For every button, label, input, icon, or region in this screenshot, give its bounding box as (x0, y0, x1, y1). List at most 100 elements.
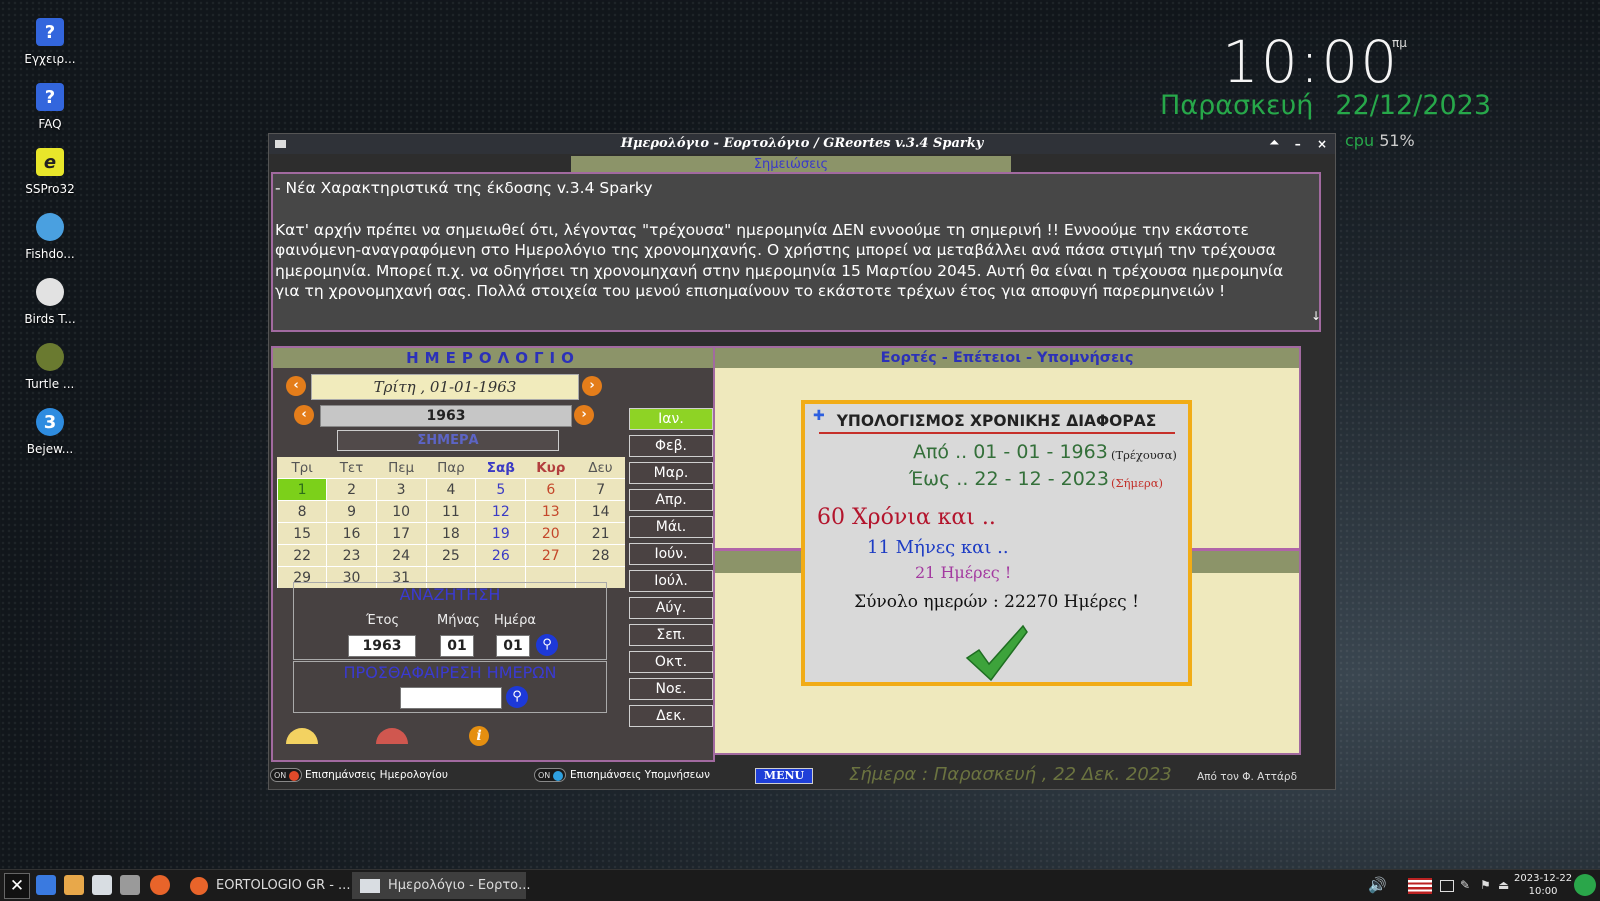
keyboard-layout-icon[interactable] (1408, 878, 1432, 894)
scroll-down-icon[interactable]: ↓ (1311, 306, 1321, 327)
next-day-button[interactable]: › (582, 376, 602, 396)
search-icon[interactable]: ⚲ (506, 686, 528, 708)
search-icon[interactable]: ⚲ (536, 634, 558, 656)
notes-panel[interactable]: - Νέα Χαρακτηριστικά της έκδοσης v.3.4 S… (271, 172, 1321, 332)
month-button-aug[interactable]: Αύγ. (629, 597, 713, 619)
calendar-day[interactable]: 5 (475, 478, 526, 501)
calendar-day[interactable]: 3 (375, 478, 426, 501)
add-days-input[interactable] (400, 687, 502, 709)
clip-icon[interactable]: ✎ (1460, 875, 1474, 895)
calendar-day[interactable]: 4 (425, 478, 476, 501)
calendar-day[interactable]: 2 (326, 478, 377, 501)
text-editor-icon[interactable] (92, 875, 112, 895)
start-menu-button[interactable]: ✕ (4, 873, 30, 899)
weekday-header: Παρ (437, 459, 465, 476)
eject-icon[interactable]: ⏏ (1498, 875, 1512, 895)
info-icon[interactable]: i (469, 726, 489, 746)
firefox-icon[interactable] (150, 875, 170, 895)
cpu-label: cpu (1345, 131, 1375, 150)
calendar-day[interactable]: 16 (326, 522, 377, 545)
calendar-day[interactable]: 19 (475, 522, 526, 545)
menu-button[interactable]: MENU (755, 768, 813, 784)
network-icon[interactable]: ⚑ (1480, 875, 1494, 895)
month-button-jan[interactable]: Ιαν. (629, 408, 713, 430)
calendar-day[interactable]: 9 (326, 500, 377, 523)
taskbar-task-calendar[interactable]: Ημερολόγιο - Εορτο... (352, 872, 531, 899)
desktop-icon-birds[interactable]: Birds T... (18, 278, 82, 336)
desktop-icon-bejeweled[interactable]: 3 Bejew... (18, 408, 82, 466)
calendar-day[interactable]: 28 (575, 544, 625, 567)
reminder-highlights-toggle[interactable]: ON (534, 768, 566, 782)
month-button-jul[interactable]: Ιούλ. (629, 570, 713, 592)
update-icon[interactable] (1574, 874, 1596, 896)
window-titlebar[interactable]: Ημερολόγιο - Εορτολόγιο / GReortes v.3.4… (269, 134, 1335, 154)
month-button-jun[interactable]: Ιούν. (629, 543, 713, 565)
taskbar-task-eortologio[interactable]: EORTOLOGIO GR - ... (186, 872, 350, 899)
display-icon[interactable] (1440, 880, 1454, 892)
calendar-day[interactable]: 26 (475, 544, 526, 567)
month-button-nov[interactable]: Νοε. (629, 678, 713, 700)
desktop-icon-turtle[interactable]: Turtle ... (18, 343, 82, 401)
calendar-day[interactable]: 23 (326, 544, 377, 567)
calendar-day[interactable]: 18 (425, 522, 476, 545)
calendar-day[interactable]: 21 (575, 522, 625, 545)
calendar-day[interactable]: 20 (525, 522, 576, 545)
calendar-day[interactable]: 1 (276, 478, 327, 501)
cpu-meter: cpu 51% (1345, 131, 1415, 150)
turtle-icon (36, 343, 64, 371)
desktop-icon-sspro32[interactable]: e SSPro32 (18, 148, 82, 206)
desktop-icon-fishdom[interactable]: Fishdo... (18, 213, 82, 271)
search-year-input[interactable]: 1963 (348, 635, 416, 657)
volume-icon[interactable]: 🔊 (1368, 875, 1387, 895)
month-button-feb[interactable]: Φεβ. (629, 435, 713, 457)
calendar-day[interactable]: 17 (375, 522, 426, 545)
desktop-icon-manual[interactable]: ? Εγχειρ... (18, 18, 82, 76)
sunset-icon[interactable] (376, 728, 408, 744)
firefox-icon (190, 876, 208, 895)
month-button-mar[interactable]: Μαρ. (629, 462, 713, 484)
calendar-day[interactable]: 22 (276, 544, 327, 567)
checkmark-icon[interactable] (965, 624, 1029, 682)
calendar-day[interactable]: 25 (425, 544, 476, 567)
calendar-day[interactable]: 10 (375, 500, 426, 523)
calendar-highlights-toggle[interactable]: ON (270, 768, 302, 782)
minimize-icon[interactable]: – (1295, 137, 1301, 151)
prev-year-button[interactable]: ‹ (294, 405, 314, 425)
calendar-day[interactable]: 15 (276, 522, 327, 545)
month-button-oct[interactable]: Οκτ. (629, 651, 713, 673)
calendar-week: 8 9 10 11 12 13 14 (276, 500, 625, 523)
drive-icon[interactable] (120, 875, 140, 895)
month-button-dec[interactable]: Δεκ. (629, 705, 713, 727)
next-year-button[interactable]: › (574, 405, 594, 425)
weekday-header: Πεμ (388, 459, 415, 476)
calendar-day[interactable]: 13 (525, 500, 576, 523)
file-manager-icon[interactable] (64, 875, 84, 895)
sunrise-icon[interactable] (286, 728, 318, 744)
desktop-icon-label: SSPro32 (25, 182, 75, 196)
search-day-input[interactable]: 01 (496, 635, 530, 657)
maximize-icon[interactable]: 🞁 (1270, 137, 1278, 151)
tray-clock[interactable]: 2023-12-22 10:00 (1514, 872, 1572, 898)
calendar-day[interactable]: 8 (276, 500, 327, 523)
calendar-day[interactable]: 24 (375, 544, 426, 567)
show-desktop-icon[interactable] (36, 875, 56, 895)
calendar-day[interactable]: 12 (475, 500, 526, 523)
calendar-day[interactable]: 7 (575, 478, 625, 501)
close-icon[interactable]: × (1317, 137, 1327, 151)
calendar-day[interactable]: 27 (525, 544, 576, 567)
bird-icon (36, 278, 64, 306)
month-button-apr[interactable]: Απρ. (629, 489, 713, 511)
calendar-day[interactable]: 14 (575, 500, 625, 523)
search-month-input[interactable]: 01 (440, 635, 474, 657)
prev-day-button[interactable]: ‹ (286, 376, 306, 396)
calendar-day[interactable]: 11 (425, 500, 476, 523)
window-menu-icon[interactable] (275, 140, 286, 148)
weekday-header: Τρι (291, 459, 313, 476)
today-button[interactable]: ΣΗΜΕΡΑ (337, 430, 559, 451)
month-button-may[interactable]: Μάι. (629, 516, 713, 538)
desktop-icon-faq[interactable]: ? FAQ (18, 83, 82, 141)
tray-date: 2023-12-22 (1514, 873, 1573, 884)
help-icon: ? (36, 18, 64, 46)
month-button-sep[interactable]: Σεπ. (629, 624, 713, 646)
calendar-day[interactable]: 6 (525, 478, 576, 501)
